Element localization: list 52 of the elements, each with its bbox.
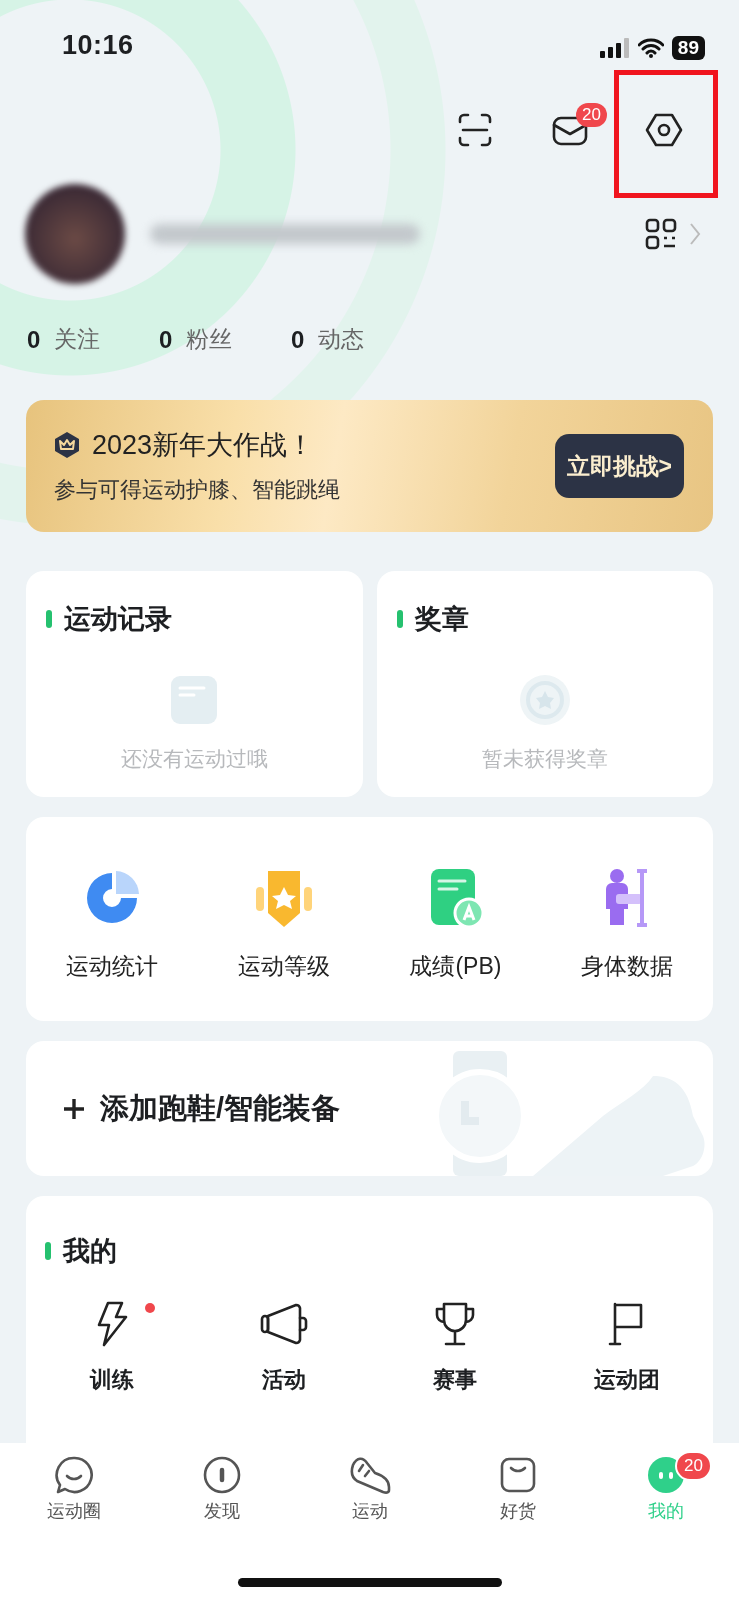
tab-item[interactable]: 我的 20: [592, 1443, 739, 1523]
feature-label[interactable]: 运动等级: [237, 951, 330, 982]
shopping-bag-icon: [499, 1456, 537, 1494]
banner-title: 2023新年大作战！: [92, 429, 315, 462]
chat-bubble-icon: [55, 1456, 93, 1494]
add-device-card[interactable]: 添加跑鞋/智能装备: [26, 1041, 713, 1176]
summary-card[interactable]: 运动记录 还没有运动过哦: [26, 571, 363, 797]
stat-label[interactable]: 动态: [318, 324, 365, 355]
promo-banner[interactable]: 2023新年大作战！ 参与可得运动护膝、智能跳绳 立即挑战>: [26, 400, 713, 532]
feature-label[interactable]: 运动统计: [65, 951, 158, 982]
signal-icon: [599, 38, 630, 58]
qr-code-icon[interactable]: [645, 218, 677, 250]
banner-subtitle: 参与可得运动护膝、智能跳绳: [54, 476, 340, 504]
card-title: 运动记录: [64, 603, 172, 636]
shortcut-label[interactable]: 赛事: [433, 1365, 478, 1395]
accent-bar: [46, 610, 52, 628]
accent-bar: [396, 610, 403, 628]
stat-count[interactable]: 0: [159, 325, 173, 354]
shortcut-label[interactable]: 运动团: [594, 1365, 661, 1395]
tab-badge: 20: [675, 1451, 712, 1481]
tab-item[interactable]: 发现: [148, 1443, 296, 1523]
section-title: 我的: [63, 1235, 117, 1268]
megaphone-icon: [259, 1302, 308, 1346]
feature-label[interactable]: 身体数据: [581, 951, 674, 982]
wifi-icon: [637, 38, 664, 58]
empty-state-text: 暂未获得奖章: [481, 746, 608, 772]
empty-state-text: 还没有运动过哦: [120, 746, 268, 772]
stat-label[interactable]: 关注: [54, 324, 101, 355]
shortcut-label[interactable]: 活动: [261, 1365, 306, 1395]
avatar[interactable]: [25, 184, 125, 284]
summary-card[interactable]: 奖章 暂未获得奖章: [376, 571, 713, 797]
stat-count[interactable]: 0: [291, 325, 305, 354]
note-icon: [171, 676, 218, 724]
tab-item[interactable]: 运动圈: [0, 1443, 148, 1523]
compass-icon: [203, 1456, 241, 1494]
crown-icon: [54, 431, 80, 459]
message-count-badge: 20: [576, 103, 607, 127]
stat-count[interactable]: 0: [27, 325, 41, 354]
feature-label[interactable]: 成绩(PB): [409, 951, 502, 982]
tab-item[interactable]: 运动: [296, 1443, 444, 1523]
plus-icon: [62, 1096, 86, 1121]
add-device-label: 添加跑鞋/智能装备: [100, 1090, 341, 1126]
shortcut-label[interactable]: 训练: [89, 1365, 134, 1395]
stat-label[interactable]: 粉丝: [186, 324, 233, 355]
challenge-button[interactable]: 立即挑战>: [554, 434, 684, 498]
tab-item[interactable]: 好货: [444, 1443, 592, 1523]
medal-icon: [517, 673, 572, 727]
card-title: 奖章: [414, 603, 469, 636]
status-time: 10:16: [62, 30, 134, 61]
sneaker-icon: [349, 1455, 391, 1495]
battery-level: 89: [671, 36, 705, 60]
accent-bar: [45, 1242, 51, 1260]
